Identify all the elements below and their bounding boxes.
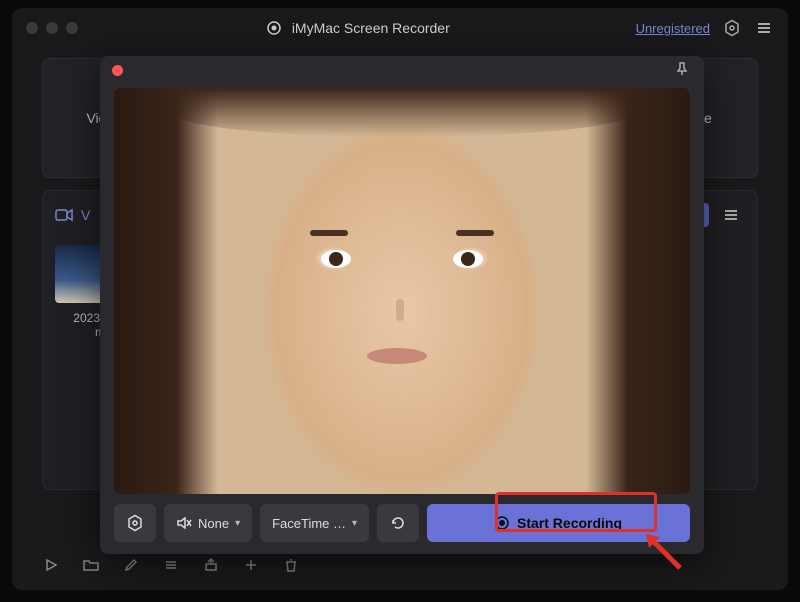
folder-icon[interactable] — [82, 556, 100, 574]
trash-icon[interactable] — [282, 556, 300, 574]
settings-icon[interactable] — [722, 18, 742, 38]
app-title: iMyMac Screen Recorder — [86, 18, 628, 38]
minimize-window-btn[interactable] — [46, 22, 58, 34]
audio-source-label: None — [198, 516, 229, 531]
export-icon[interactable] — [202, 556, 220, 574]
record-target-icon — [264, 18, 284, 38]
settings-button[interactable] — [114, 504, 156, 542]
record-icon — [495, 516, 509, 530]
unregistered-link[interactable]: Unregistered — [636, 21, 710, 36]
chevron-down-icon: ▾ — [235, 518, 240, 529]
camera-icon — [55, 208, 73, 222]
titlebar-right: Unregistered — [636, 18, 774, 38]
edit-icon[interactable] — [122, 556, 140, 574]
close-window-btn[interactable] — [26, 22, 38, 34]
zoom-window-btn[interactable] — [66, 22, 78, 34]
play-icon[interactable] — [42, 556, 60, 574]
face-image — [114, 88, 690, 494]
modal-controls: None ▾ FaceTime … ▾ Start Recording — [100, 504, 704, 554]
audio-source-dropdown[interactable]: None ▾ — [164, 504, 252, 542]
chevron-down-icon: ▾ — [352, 518, 357, 529]
bottom-toolbar — [42, 556, 300, 574]
camera-preview — [114, 88, 690, 494]
refresh-button[interactable] — [377, 504, 419, 542]
camera-source-label: FaceTime … — [272, 516, 346, 531]
start-recording-button[interactable]: Start Recording — [427, 504, 690, 542]
webcam-recorder-modal: None ▾ FaceTime … ▾ Start Recording — [100, 56, 704, 554]
menu-icon[interactable] — [754, 18, 774, 38]
recordings-tab-label[interactable]: V — [81, 207, 90, 223]
list-icon[interactable] — [162, 556, 180, 574]
close-modal-btn[interactable] — [112, 65, 123, 76]
traffic-lights[interactable] — [26, 22, 78, 34]
camera-source-dropdown[interactable]: FaceTime … ▾ — [260, 504, 369, 542]
app-title-text: iMyMac Screen Recorder — [292, 20, 450, 36]
compress-icon[interactable] — [242, 556, 260, 574]
start-recording-label: Start Recording — [517, 515, 622, 531]
list-view-btn[interactable] — [717, 203, 745, 227]
pin-icon[interactable] — [674, 61, 692, 79]
modal-header — [100, 56, 704, 84]
speaker-muted-icon — [176, 515, 192, 531]
titlebar: iMyMac Screen Recorder Unregistered — [12, 8, 788, 48]
